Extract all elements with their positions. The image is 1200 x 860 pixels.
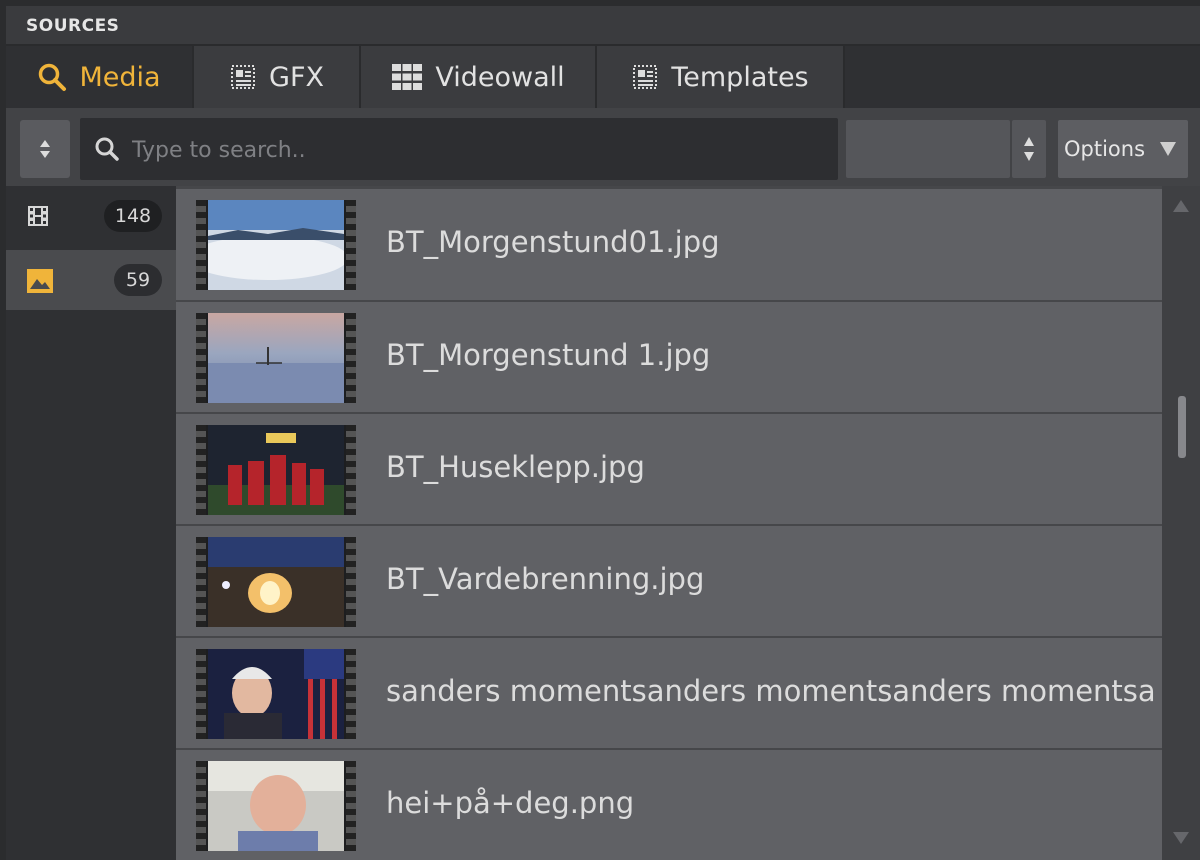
video-count-badge: 148 bbox=[104, 200, 162, 232]
videowall-icon bbox=[392, 64, 423, 90]
list-item[interactable]: BT_Vardebrenning.jpg bbox=[176, 524, 1162, 636]
panel-header: SOURCES bbox=[6, 6, 1200, 46]
chevron-down-icon bbox=[1160, 142, 1176, 156]
sources-panel: SOURCES Media GFX Videowall Templates Ty… bbox=[6, 6, 1200, 860]
media-filename: BT_Vardebrenning.jpg bbox=[386, 562, 705, 596]
tab-templates[interactable]: Templates bbox=[597, 46, 845, 108]
media-list: BT_Morgenstund01.jpg BT_Morgenstund 1.jp… bbox=[176, 186, 1162, 860]
search-input[interactable] bbox=[130, 130, 824, 170]
stepper-icon bbox=[1024, 137, 1034, 161]
media-filename: BT_Huseklepp.jpg bbox=[386, 450, 645, 484]
list-item[interactable]: BT_Huseklepp.jpg bbox=[176, 412, 1162, 524]
sidebar-item-video[interactable]: 148 bbox=[6, 186, 176, 246]
search-icon bbox=[39, 63, 67, 91]
tab-media[interactable]: Media bbox=[6, 46, 194, 108]
list-item[interactable]: sanders momentsanders momentsanders mome… bbox=[176, 636, 1162, 748]
options-label: Options bbox=[1064, 137, 1146, 161]
tab-bar: Media GFX Videowall Templates bbox=[6, 46, 1200, 108]
film-icon bbox=[28, 206, 48, 226]
tab-templates-label: Templates bbox=[671, 61, 809, 93]
list-item[interactable]: BT_Morgenstund 1.jpg bbox=[176, 300, 1162, 412]
gfx-icon bbox=[231, 65, 256, 89]
thumbnail bbox=[196, 537, 356, 627]
thumbnail-image bbox=[208, 761, 344, 851]
search-icon bbox=[95, 137, 119, 161]
list-item[interactable]: hei+på+deg.png bbox=[176, 748, 1162, 860]
thumbnail bbox=[196, 649, 356, 739]
filter-select[interactable] bbox=[846, 120, 1010, 178]
thumbnail bbox=[196, 761, 356, 851]
list-item[interactable]: BT_Morgenstund01.jpg bbox=[176, 186, 1162, 300]
tab-videowall[interactable]: Videowall bbox=[361, 46, 597, 108]
templates-icon bbox=[633, 65, 658, 89]
image-count-badge: 59 bbox=[114, 264, 162, 296]
filter-stepper[interactable] bbox=[1012, 120, 1046, 178]
scroll-down-icon[interactable] bbox=[1173, 832, 1189, 844]
thumbnail-image bbox=[208, 537, 344, 627]
tab-gfx-label: GFX bbox=[269, 61, 324, 93]
media-filename: hei+på+deg.png bbox=[386, 786, 635, 820]
tab-gfx[interactable]: GFX bbox=[194, 46, 361, 108]
scroll-up-icon[interactable] bbox=[1173, 200, 1189, 212]
tab-media-label: Media bbox=[79, 61, 161, 93]
sidebar-item-images[interactable]: 59 bbox=[6, 250, 176, 310]
media-filename: BT_Morgenstund 1.jpg bbox=[386, 338, 711, 372]
media-filename: sanders momentsanders momentsanders mome… bbox=[386, 674, 1156, 708]
options-button[interactable]: Options bbox=[1058, 120, 1188, 178]
scrollbar-thumb[interactable] bbox=[1178, 396, 1186, 458]
panel-title: SOURCES bbox=[26, 16, 120, 36]
thumbnail-image bbox=[208, 313, 344, 403]
thumbnail-image bbox=[208, 649, 344, 739]
thumbnail bbox=[196, 425, 356, 515]
media-filename: BT_Morgenstund01.jpg bbox=[386, 225, 720, 259]
tab-videowall-label: Videowall bbox=[435, 61, 565, 93]
thumbnail bbox=[196, 313, 356, 403]
thumbnail-image bbox=[208, 200, 344, 290]
search-box bbox=[80, 118, 838, 180]
thumbnail bbox=[196, 200, 356, 290]
media-type-sidebar: 148 59 bbox=[6, 186, 176, 860]
toolbar: Options bbox=[6, 108, 1200, 186]
sort-icon bbox=[40, 140, 50, 158]
sort-button[interactable] bbox=[20, 120, 70, 178]
image-icon bbox=[27, 269, 53, 293]
vertical-scrollbar[interactable] bbox=[1162, 186, 1200, 860]
thumbnail-image bbox=[208, 425, 344, 515]
